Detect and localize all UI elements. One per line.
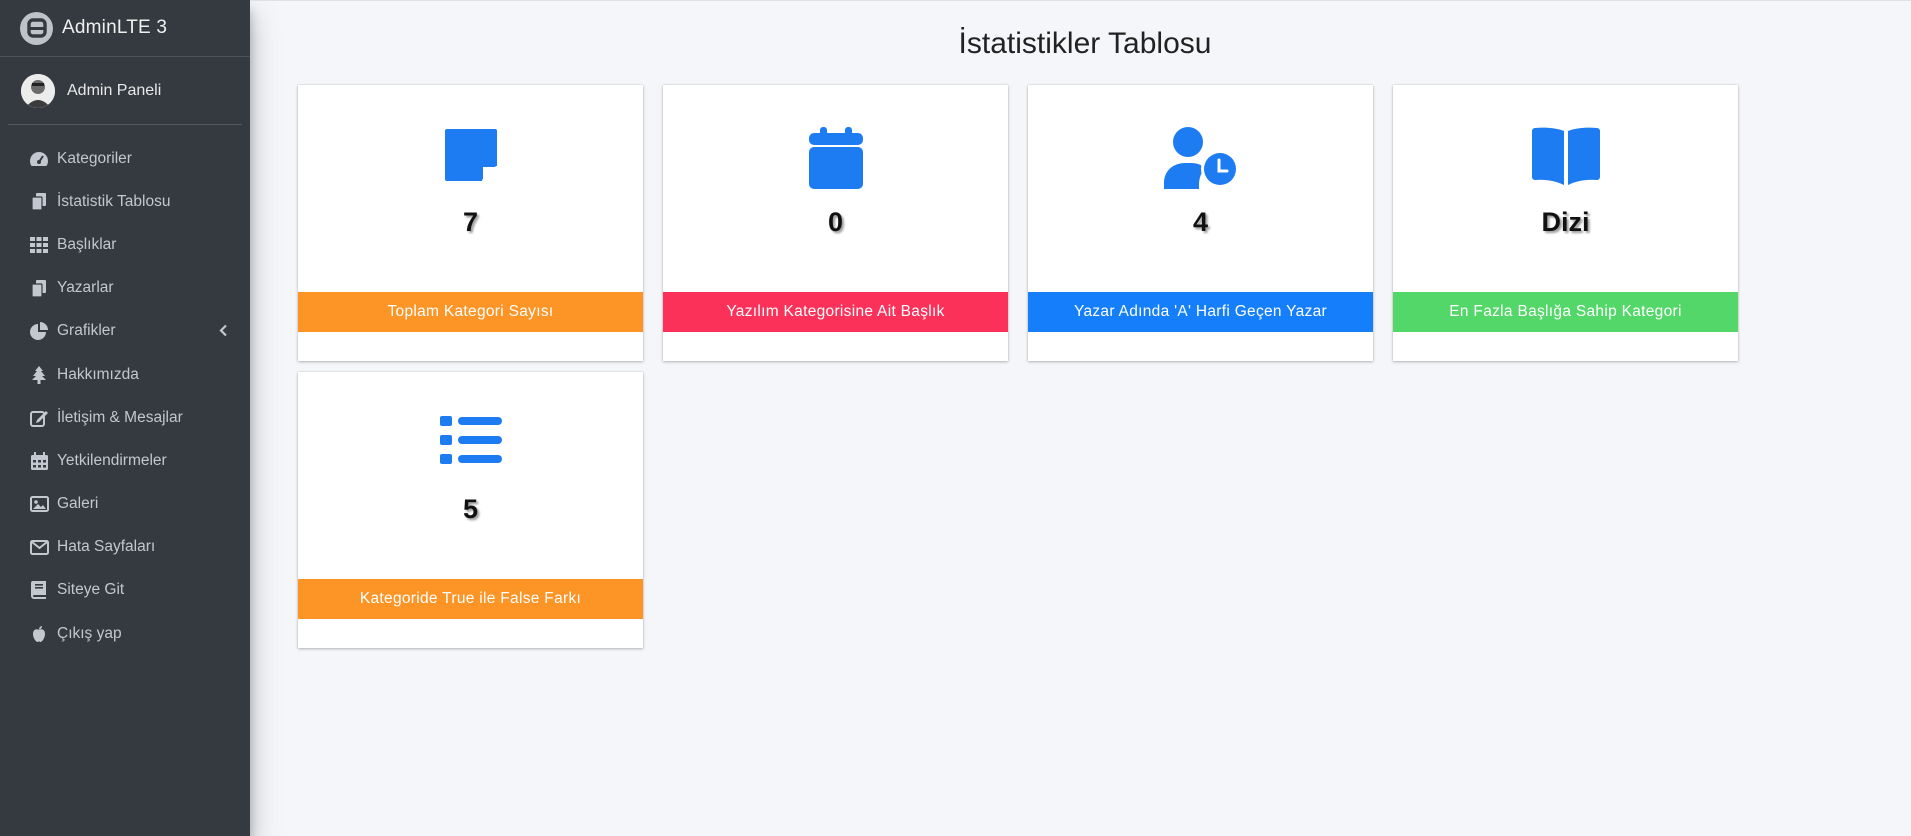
calendar-icon: [663, 127, 1008, 189]
sidebar-item-yazarlar[interactable]: Yazarlar: [0, 267, 250, 310]
copy-icon: [28, 192, 50, 212]
sidebar-item-kategoriler[interactable]: Kategoriler: [0, 137, 250, 180]
stat-label: En Fazla Başlığa Sahip Kategori: [1393, 292, 1738, 332]
grid-icon: [28, 235, 50, 255]
book-icon: [28, 580, 50, 600]
stat-card-yazar-a-harfi: 4 Yazar Adında 'A' Harfi Geçen Yazar: [1028, 85, 1373, 361]
stat-value: 0: [827, 207, 844, 237]
tachometer-icon: [28, 149, 50, 169]
sidebar: AdminLTE 3 Admin Paneli Kategoriler İsta…: [0, 0, 250, 836]
sidebar-item-label: Kategoriler: [57, 149, 132, 167]
chevron-left-icon[interactable]: [219, 324, 228, 342]
stat-card-en-fazla-baslik: Dizi En Fazla Başlığa Sahip Kategori: [1393, 85, 1738, 361]
brand-title: AdminLTE 3: [62, 17, 168, 38]
sidebar-item-istatistik-tablosu[interactable]: İstatistik Tablosu: [0, 180, 250, 223]
sidebar-item-grafikler[interactable]: Grafikler: [0, 310, 250, 353]
image-icon: [28, 494, 50, 514]
sidebar-item-iletisim-mesajlar[interactable]: İletişim & Mesajlar: [0, 396, 250, 439]
sidebar-item-hakkimizda[interactable]: Hakkımızda: [0, 353, 250, 396]
stat-label: Toplam Kategori Sayısı: [298, 292, 643, 332]
stat-value: Dizi: [1541, 207, 1590, 237]
user-panel[interactable]: Admin Paneli: [8, 57, 242, 125]
edit-icon: [28, 408, 50, 428]
stat-value: 4: [1192, 207, 1209, 237]
calendar-icon: [28, 451, 50, 471]
pie-chart-icon: [28, 321, 50, 341]
sidebar-item-label: Hata Sayfaları: [57, 538, 156, 556]
stat-value: 5: [462, 494, 479, 524]
copy-icon: [28, 278, 50, 298]
sidebar-item-cikis-yap[interactable]: Çıkış yap: [0, 612, 250, 655]
sidebar-item-label: İletişim & Mesajlar: [57, 408, 183, 426]
stat-card-kategori-sayisi: 7 Toplam Kategori Sayısı: [298, 85, 643, 361]
sidebar-item-label: Galeri: [57, 495, 99, 513]
stat-label: Yazar Adında 'A' Harfi Geçen Yazar: [1028, 292, 1373, 332]
sidebar-item-label: Grafikler: [57, 322, 116, 340]
main-content: İstatistikler Tablosu 7 Toplam Kategori …: [250, 0, 1911, 836]
sidebar-item-label: Hakkımızda: [57, 365, 139, 383]
apple-icon: [28, 624, 50, 644]
sidebar-item-label: Yazarlar: [57, 279, 114, 297]
envelope-icon: [28, 537, 50, 557]
stat-card-yazilim-baslik: 0 Yazılım Kategorisine Ait Başlık: [663, 85, 1008, 361]
sidebar-item-label: Çıkış yap: [57, 624, 122, 642]
sidebar-item-yetkilendirmeler[interactable]: Yetkilendirmeler: [0, 439, 250, 482]
tree-icon: [28, 365, 50, 385]
stat-label: Yazılım Kategorisine Ait Başlık: [663, 292, 1008, 332]
sidebar-item-label: Yetkilendirmeler: [57, 451, 167, 469]
stat-label: Kategoride True ile False Farkı: [298, 579, 643, 619]
sidebar-nav: Kategoriler İstatistik Tablosu Başlıklar…: [0, 125, 250, 655]
sticky-note-icon: [298, 127, 643, 183]
list-icon: [298, 414, 643, 466]
book-open-icon: [1393, 127, 1738, 185]
sidebar-item-label: Başlıklar: [57, 235, 117, 253]
brand-link[interactable]: AdminLTE 3: [0, 0, 250, 57]
avatar: [21, 73, 55, 108]
user-clock-icon: [1028, 127, 1373, 189]
sidebar-item-basliklar[interactable]: Başlıklar: [0, 223, 250, 266]
sidebar-item-label: İstatistik Tablosu: [57, 192, 171, 210]
stat-card-true-false-farki: 5 Kategoride True ile False Farkı: [298, 372, 643, 648]
sidebar-item-hata-sayfalari[interactable]: Hata Sayfaları: [0, 526, 250, 569]
sidebar-item-siteye-git[interactable]: Siteye Git: [0, 569, 250, 612]
user-name: Admin Paneli: [67, 81, 162, 99]
page-title: İstatistikler Tablosu: [958, 27, 1212, 60]
sidebar-item-label: Siteye Git: [57, 581, 125, 599]
sidebar-item-galeri[interactable]: Galeri: [0, 483, 250, 526]
brand-logo-icon: [20, 11, 53, 45]
stat-value: 7: [462, 207, 479, 237]
